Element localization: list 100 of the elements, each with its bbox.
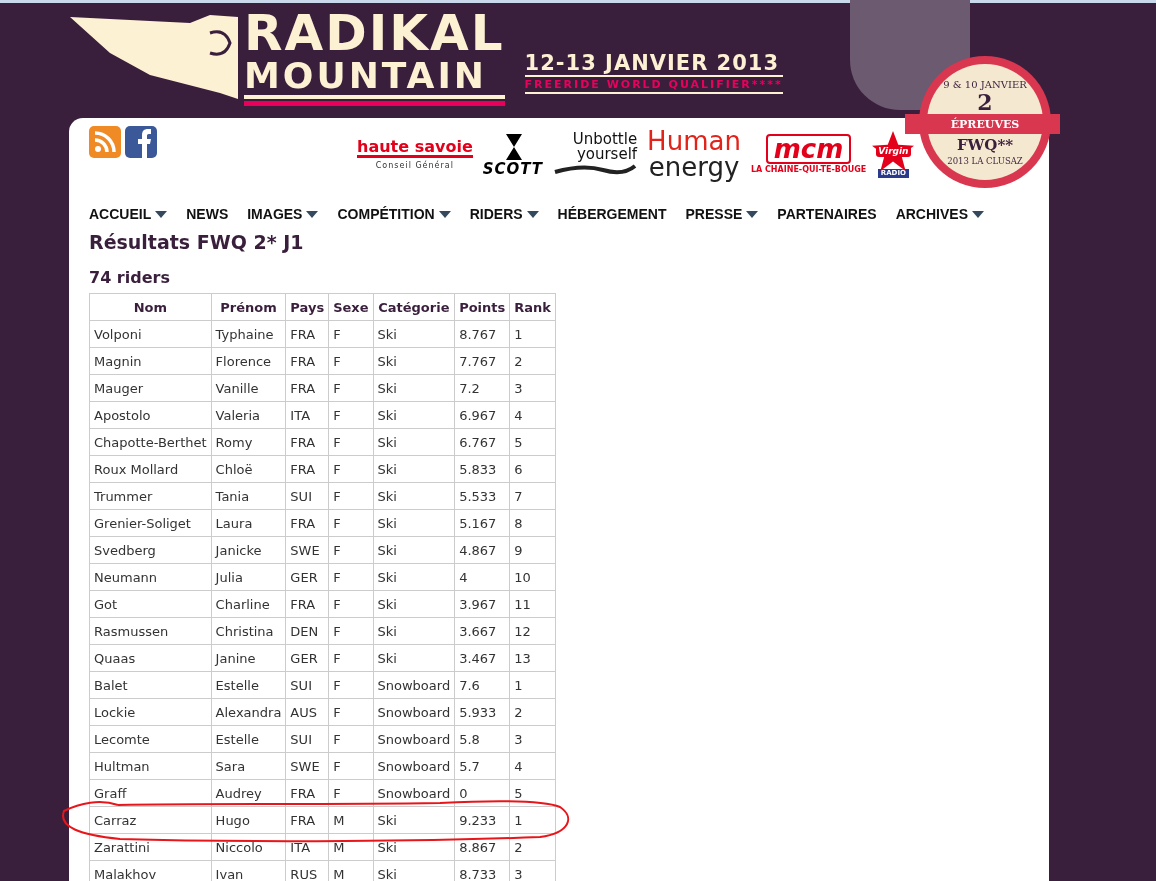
table-cell: F: [328, 509, 373, 537]
table-cell: 4: [509, 401, 556, 429]
table-cell: FRA: [285, 806, 329, 834]
table-cell: Audrey: [211, 779, 286, 807]
table-cell: 4: [509, 752, 556, 780]
table-cell: Ski: [373, 536, 455, 564]
table-cell: F: [328, 347, 373, 375]
event-dates: 12-13 JANVIER 2013: [524, 51, 783, 77]
table-cell: Mauger: [89, 374, 212, 402]
table-cell: Neumann: [89, 563, 212, 591]
table-cell: F: [328, 428, 373, 456]
table-cell: Ski: [373, 833, 455, 861]
table-cell: 10: [509, 563, 556, 591]
table-cell: M: [328, 833, 373, 861]
nav-menu-item[interactable]: RIDERS: [459, 206, 548, 222]
caret-icon: [526, 210, 539, 218]
nav-menu-item[interactable]: NEWS: [176, 206, 238, 222]
nav-menu-item[interactable]: ARCHIVES: [885, 206, 993, 222]
table-cell: Snowboard: [373, 779, 455, 807]
table-cell: M: [328, 806, 373, 834]
nav-menu-item[interactable]: COMPÉTITION: [327, 206, 460, 222]
table-cell: Typhaine: [211, 320, 286, 348]
table-cell: Quaas: [89, 644, 212, 672]
table-cell: Ski: [373, 563, 455, 591]
table-cell: DEN: [285, 617, 329, 645]
table-cell: Janicke: [211, 536, 286, 564]
table-cell: Got: [89, 590, 212, 618]
table-cell: AUS: [285, 698, 329, 726]
table-cell: F: [328, 455, 373, 483]
table-cell: 5.167: [454, 509, 510, 537]
table-cell: FRA: [285, 428, 329, 456]
table-cell: Florence: [211, 347, 286, 375]
table-cell: Ski: [373, 509, 455, 537]
caret-icon: [972, 210, 984, 218]
table-cell: 7.2: [454, 374, 510, 402]
facebook-icon[interactable]: [125, 126, 157, 158]
table-cell: Ski: [373, 455, 455, 483]
nav-menu-item[interactable]: HÉBERGEMENT: [547, 206, 676, 222]
table-cell: 6: [509, 455, 556, 483]
table-cell: SUI: [285, 671, 329, 699]
table-cell: Roux Mollard: [89, 455, 212, 483]
column-header: Rank: [509, 293, 556, 321]
table-cell: SUI: [285, 482, 329, 510]
column-header: Points: [454, 293, 510, 321]
table-cell: Ski: [373, 428, 455, 456]
table-cell: 0: [454, 779, 510, 807]
table-cell: 6.767: [454, 428, 510, 456]
table-cell: ITA: [285, 833, 329, 861]
table-cell: 5.533: [454, 482, 510, 510]
table-cell: F: [328, 590, 373, 618]
table-cell: Valeria: [211, 401, 286, 429]
table-cell: FRA: [285, 347, 329, 375]
table-cell: Trummer: [89, 482, 212, 510]
nav-menu-item[interactable]: IMAGES: [237, 206, 328, 222]
nav-menu-item[interactable]: PRESSE: [675, 206, 768, 222]
column-header: Sexe: [328, 293, 373, 321]
table-cell: SWE: [285, 752, 329, 780]
table-cell: FRA: [285, 590, 329, 618]
table-cell: Ski: [373, 617, 455, 645]
table-cell: Estelle: [211, 725, 286, 753]
table-cell: Alexandra: [211, 698, 286, 726]
table-cell: Snowboard: [373, 752, 455, 780]
table-cell: 3: [509, 374, 556, 402]
column-header: Prénom: [211, 293, 286, 321]
caret-icon: [438, 210, 451, 218]
table-cell: 5: [509, 779, 556, 807]
table-cell: Snowboard: [373, 698, 455, 726]
table-cell: F: [328, 725, 373, 753]
table-cell: F: [328, 698, 373, 726]
table-cell: Svedberg: [89, 536, 212, 564]
table-cell: 7.767: [454, 347, 510, 375]
table-cell: FRA: [285, 455, 329, 483]
table-cell: FRA: [285, 374, 329, 402]
table-cell: 1: [509, 671, 556, 699]
table-cell: Apostolo: [89, 401, 212, 429]
nav-menu-item[interactable]: ACCUEIL: [79, 206, 177, 222]
table-cell: F: [328, 644, 373, 672]
table-cell: Ski: [373, 401, 455, 429]
table-cell: F: [328, 482, 373, 510]
table-cell: Rasmussen: [89, 617, 212, 645]
table-cell: Hultman: [89, 752, 212, 780]
caret-icon: [306, 210, 319, 218]
table-cell: GER: [285, 563, 329, 591]
nav-menu-item[interactable]: PARTENAIRES: [767, 206, 886, 222]
table-cell: F: [328, 671, 373, 699]
table-cell: Snowboard: [373, 725, 455, 753]
table-cell: 9.233: [454, 806, 510, 834]
table-cell: Niccolo: [211, 833, 286, 861]
table-cell: 6.967: [454, 401, 510, 429]
table-cell: 5.7: [454, 752, 510, 780]
scott-logo: SCOTT: [482, 131, 544, 177]
caret-icon: [155, 210, 168, 218]
table-cell: Ski: [373, 590, 455, 618]
table-cell: Chapotte-Berthet: [89, 428, 212, 456]
table-cell: Graff: [89, 779, 212, 807]
table-cell: 12: [509, 617, 556, 645]
table-cell: Ski: [373, 374, 455, 402]
column-header: Catégorie: [373, 293, 455, 321]
haute-savoie-logo: haute savoie Conseil Général: [357, 138, 473, 170]
table-cell: Ski: [373, 347, 455, 375]
